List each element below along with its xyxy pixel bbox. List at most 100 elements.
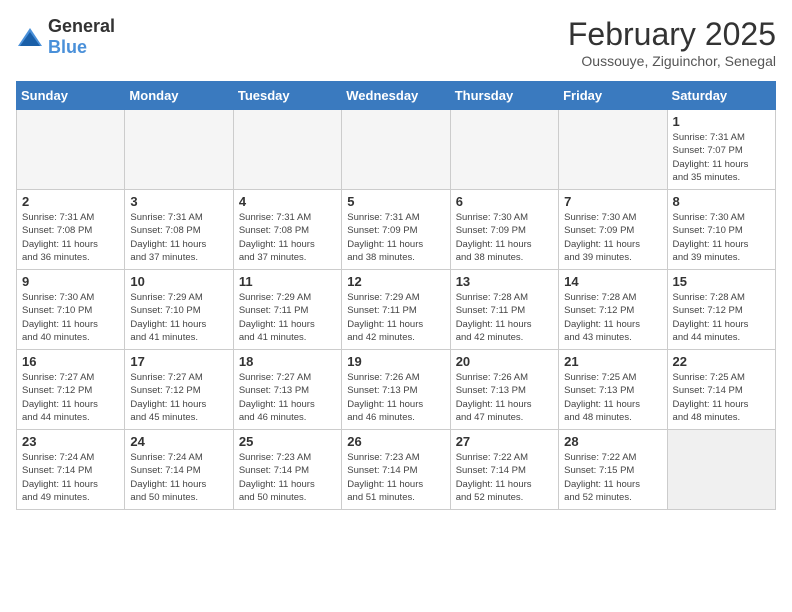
calendar-cell: 28 Sunrise: 7:22 AM Sunset: 7:15 PM Dayli… [559,430,667,510]
calendar-cell: 12Sunrise: 7:29 AM Sunset: 7:11 PM Dayli… [342,270,450,350]
week-row-1: 1 Sunrise: 7:31 AM Sunset: 7:07 PM Daylig… [17,110,776,190]
day-info: Sunrise: 7:24 AM Sunset: 7:14 PM Dayligh… [130,451,227,504]
week-row-3: 9 Sunrise: 7:30 AM Sunset: 7:10 PM Daylig… [17,270,776,350]
day-number: 28 [564,434,661,449]
calendar-cell: 16 Sunrise: 7:27 AM Sunset: 7:12 PM Dayli… [17,350,125,430]
weekday-header-tuesday: Tuesday [233,82,341,110]
calendar-cell: 21 Sunrise: 7:25 AM Sunset: 7:13 PM Dayli… [559,350,667,430]
day-info: Sunrise: 7:25 AM Sunset: 7:13 PM Dayligh… [564,371,661,424]
day-info: Sunrise: 7:23 AM Sunset: 7:14 PM Dayligh… [239,451,336,504]
weekday-header-monday: Monday [125,82,233,110]
calendar-cell: 10 Sunrise: 7:29 AM Sunset: 7:10 PM Dayli… [125,270,233,350]
day-number: 16 [22,354,119,369]
day-info: Sunrise: 7:31 AM Sunset: 7:08 PM Dayligh… [239,211,336,264]
day-info: Sunrise: 7:28 AM Sunset: 7:11 PM Dayligh… [456,291,553,344]
day-number: 10 [130,274,227,289]
week-row-5: 23 Sunrise: 7:24 AM Sunset: 7:14 PM Dayli… [17,430,776,510]
day-number: 13 [456,274,553,289]
calendar-cell: 23 Sunrise: 7:24 AM Sunset: 7:14 PM Dayli… [17,430,125,510]
day-info: Sunrise: 7:28 AM Sunset: 7:12 PM Dayligh… [673,291,770,344]
calendar-cell: 22 Sunrise: 7:25 AM Sunset: 7:14 PM Dayli… [667,350,775,430]
calendar-cell: 20 Sunrise: 7:26 AM Sunset: 7:13 PM Dayli… [450,350,558,430]
calendar-cell: 7 Sunrise: 7:30 AM Sunset: 7:09 PM Daylig… [559,190,667,270]
day-number: 15 [673,274,770,289]
day-info: Sunrise: 7:31 AM Sunset: 7:08 PM Dayligh… [22,211,119,264]
calendar-table: SundayMondayTuesdayWednesdayThursdayFrid… [16,81,776,510]
logo: General Blue [16,16,115,58]
calendar-cell: 4Sunrise: 7:31 AM Sunset: 7:08 PM Daylig… [233,190,341,270]
calendar-cell [667,430,775,510]
logo-icon [16,26,44,48]
calendar-cell: 18 Sunrise: 7:27 AM Sunset: 7:13 PM Dayli… [233,350,341,430]
day-info: Sunrise: 7:31 AM Sunset: 7:08 PM Dayligh… [130,211,227,264]
day-info: Sunrise: 7:29 AM Sunset: 7:11 PM Dayligh… [347,291,444,344]
day-number: 8 [673,194,770,209]
calendar-cell: 15 Sunrise: 7:28 AM Sunset: 7:12 PM Dayli… [667,270,775,350]
day-info: Sunrise: 7:29 AM Sunset: 7:10 PM Dayligh… [130,291,227,344]
calendar-cell [17,110,125,190]
calendar-cell: 14 Sunrise: 7:28 AM Sunset: 7:12 PM Dayli… [559,270,667,350]
week-row-4: 16 Sunrise: 7:27 AM Sunset: 7:12 PM Dayli… [17,350,776,430]
day-number: 21 [564,354,661,369]
day-info: Sunrise: 7:31 AM Sunset: 7:07 PM Dayligh… [673,131,770,184]
day-info: Sunrise: 7:24 AM Sunset: 7:14 PM Dayligh… [22,451,119,504]
weekday-header-friday: Friday [559,82,667,110]
day-number: 7 [564,194,661,209]
calendar-cell: 8 Sunrise: 7:30 AM Sunset: 7:10 PM Daylig… [667,190,775,270]
day-info: Sunrise: 7:22 AM Sunset: 7:15 PM Dayligh… [564,451,661,504]
day-info: Sunrise: 7:23 AM Sunset: 7:14 PM Dayligh… [347,451,444,504]
day-info: Sunrise: 7:25 AM Sunset: 7:14 PM Dayligh… [673,371,770,424]
day-number: 22 [673,354,770,369]
day-info: Sunrise: 7:28 AM Sunset: 7:12 PM Dayligh… [564,291,661,344]
day-number: 2 [22,194,119,209]
day-number: 20 [456,354,553,369]
day-info: Sunrise: 7:30 AM Sunset: 7:10 PM Dayligh… [22,291,119,344]
day-number: 14 [564,274,661,289]
day-info: Sunrise: 7:30 AM Sunset: 7:10 PM Dayligh… [673,211,770,264]
day-number: 18 [239,354,336,369]
weekday-header-sunday: Sunday [17,82,125,110]
day-info: Sunrise: 7:30 AM Sunset: 7:09 PM Dayligh… [456,211,553,264]
day-info: Sunrise: 7:27 AM Sunset: 7:13 PM Dayligh… [239,371,336,424]
weekday-header-thursday: Thursday [450,82,558,110]
day-number: 1 [673,114,770,129]
day-number: 17 [130,354,227,369]
day-number: 25 [239,434,336,449]
logo-blue: Blue [48,37,87,57]
day-info: Sunrise: 7:27 AM Sunset: 7:12 PM Dayligh… [130,371,227,424]
day-number: 5 [347,194,444,209]
week-row-2: 2 Sunrise: 7:31 AM Sunset: 7:08 PM Daylig… [17,190,776,270]
calendar-cell [450,110,558,190]
day-info: Sunrise: 7:27 AM Sunset: 7:12 PM Dayligh… [22,371,119,424]
calendar-cell [342,110,450,190]
header: General Blue February 2025 Oussouye, Zig… [16,16,776,69]
calendar-cell: 1 Sunrise: 7:31 AM Sunset: 7:07 PM Daylig… [667,110,775,190]
day-number: 6 [456,194,553,209]
calendar-cell: 26Sunrise: 7:23 AM Sunset: 7:14 PM Dayli… [342,430,450,510]
calendar-cell [559,110,667,190]
logo-general: General [48,16,115,36]
calendar-cell: 24Sunrise: 7:24 AM Sunset: 7:14 PM Dayli… [125,430,233,510]
calendar-cell: 5 Sunrise: 7:31 AM Sunset: 7:09 PM Daylig… [342,190,450,270]
day-info: Sunrise: 7:30 AM Sunset: 7:09 PM Dayligh… [564,211,661,264]
day-info: Sunrise: 7:26 AM Sunset: 7:13 PM Dayligh… [456,371,553,424]
day-number: 19 [347,354,444,369]
day-number: 11 [239,274,336,289]
day-number: 3 [130,194,227,209]
calendar-cell: 9 Sunrise: 7:30 AM Sunset: 7:10 PM Daylig… [17,270,125,350]
day-info: Sunrise: 7:31 AM Sunset: 7:09 PM Dayligh… [347,211,444,264]
calendar-cell: 3 Sunrise: 7:31 AM Sunset: 7:08 PM Daylig… [125,190,233,270]
calendar-cell: 13 Sunrise: 7:28 AM Sunset: 7:11 PM Dayli… [450,270,558,350]
calendar-cell: 6 Sunrise: 7:30 AM Sunset: 7:09 PM Daylig… [450,190,558,270]
day-info: Sunrise: 7:29 AM Sunset: 7:11 PM Dayligh… [239,291,336,344]
calendar-cell: 11 Sunrise: 7:29 AM Sunset: 7:11 PM Dayli… [233,270,341,350]
calendar-cell: 2 Sunrise: 7:31 AM Sunset: 7:08 PM Daylig… [17,190,125,270]
day-number: 9 [22,274,119,289]
calendar-cell [125,110,233,190]
weekday-header-wednesday: Wednesday [342,82,450,110]
title-area: February 2025 Oussouye, Ziguinchor, Sene… [568,16,776,69]
day-info: Sunrise: 7:22 AM Sunset: 7:14 PM Dayligh… [456,451,553,504]
calendar-cell: 17 Sunrise: 7:27 AM Sunset: 7:12 PM Dayli… [125,350,233,430]
day-info: Sunrise: 7:26 AM Sunset: 7:13 PM Dayligh… [347,371,444,424]
day-number: 23 [22,434,119,449]
